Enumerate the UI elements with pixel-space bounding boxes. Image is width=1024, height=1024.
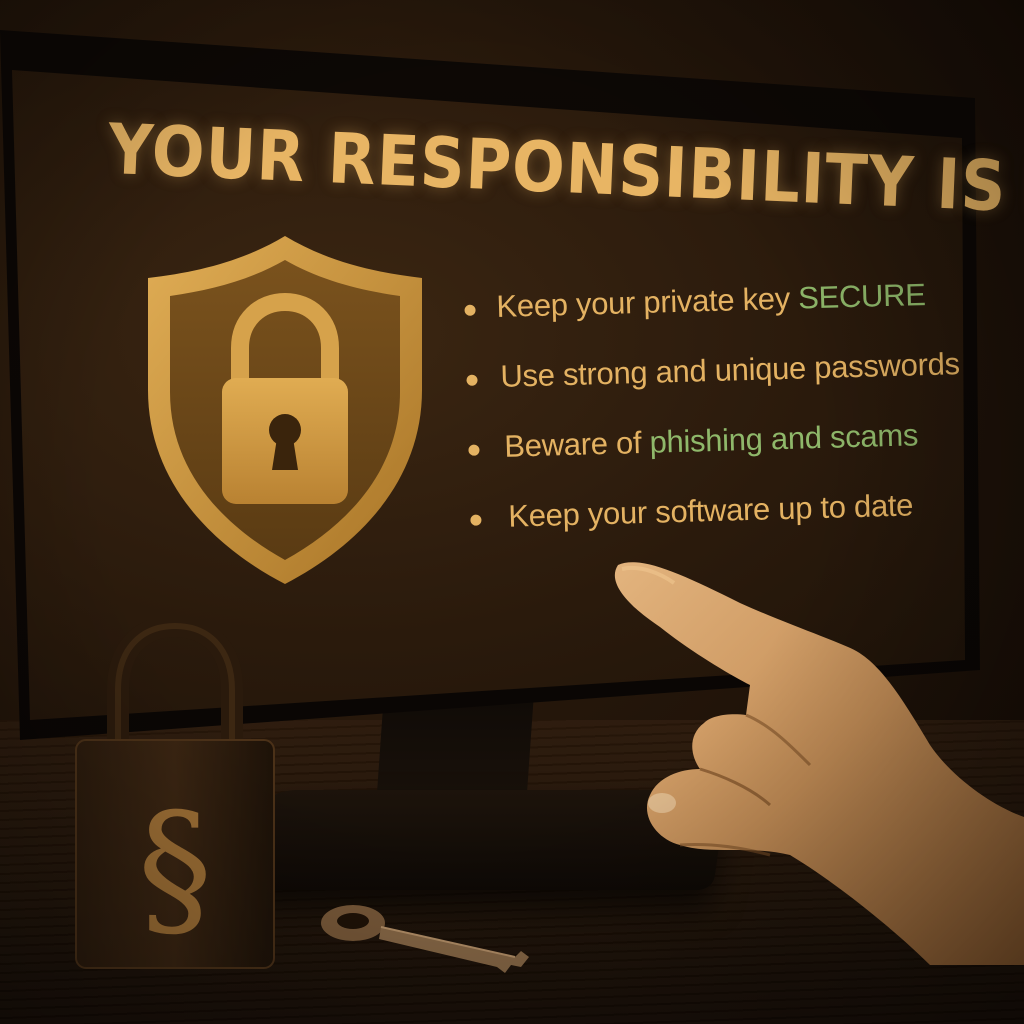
- bullet-item: Beware of phishing and scams: [464, 417, 936, 500]
- scene: YOUR RESPONSIBILITY IS KEY: [0, 0, 1024, 1024]
- bullet-dot: [470, 514, 482, 526]
- bullet-highlight: phishing and scams: [649, 417, 919, 460]
- shield-lock-icon: [140, 230, 430, 590]
- bullet-text: Beware of: [503, 424, 651, 464]
- key-icon: [315, 895, 545, 985]
- bullet-item: Keep your private key SECURE: [460, 277, 932, 360]
- padlock-symbol: §: [138, 782, 213, 956]
- pointing-hand-icon: [600, 555, 1024, 965]
- bullet-dot: [466, 374, 478, 386]
- screen-bullet-list: Keep your private key SECURE Use strong …: [460, 277, 960, 570]
- bullet-highlight: SECURE: [797, 277, 927, 316]
- paragraph-padlock-icon: §: [70, 614, 280, 980]
- bullet-dot: [468, 444, 480, 456]
- bullet-dot: [464, 304, 476, 316]
- bullet-text: Keep your private key: [495, 280, 799, 324]
- bullet-item: Use strong and unique passwords: [462, 346, 960, 430]
